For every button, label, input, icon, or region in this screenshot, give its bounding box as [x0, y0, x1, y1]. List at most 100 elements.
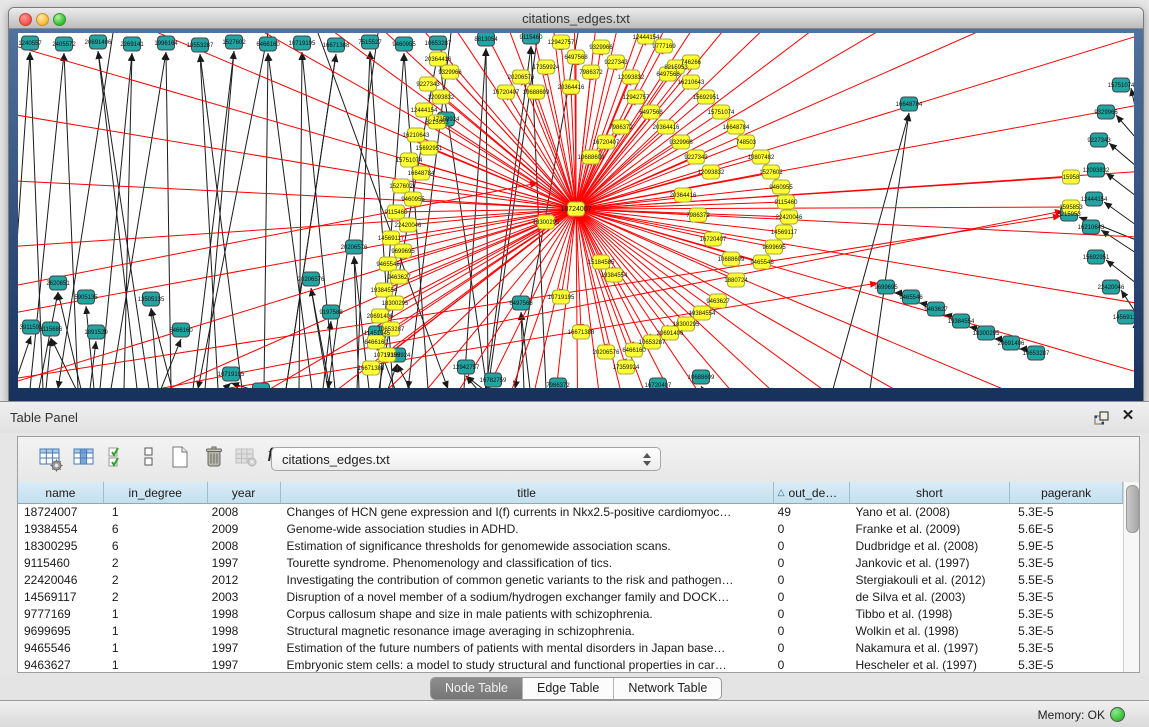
float-panel-icon[interactable] [1093, 409, 1111, 427]
graph-edge[interactable] [397, 364, 410, 388]
cell-pagerank[interactable]: 5.3E-5 [1010, 504, 1123, 521]
cell-out_de[interactable]: 0 [774, 538, 850, 555]
table-row[interactable]: 946554611997Estimation of the future num… [18, 640, 1123, 657]
graph-edge[interactable] [166, 52, 171, 388]
graph-edge[interactable] [98, 51, 149, 388]
table-row[interactable]: 946362711997Embryonic stem cells: a mode… [18, 657, 1123, 672]
cell-in_degree[interactable]: 6 [104, 521, 208, 538]
cell-short[interactable]: Hescheler et al. (1997) [849, 657, 1010, 672]
graph-edge[interactable] [224, 383, 231, 388]
cell-year[interactable]: 1997 [208, 640, 281, 657]
cell-year[interactable]: 2003 [208, 589, 281, 606]
cell-in_degree[interactable]: 1 [104, 657, 208, 672]
graph-edge[interactable] [1131, 88, 1134, 111]
cell-title[interactable]: Embryonic stem cells: a model to study s… [281, 657, 774, 672]
cell-title[interactable]: Structural magnetic resonance image aver… [281, 623, 774, 640]
cell-out_de[interactable]: 49 [774, 504, 850, 521]
cell-in_degree[interactable]: 2 [104, 572, 208, 589]
cell-title[interactable]: Investigating the contribution of common… [281, 572, 774, 589]
graph-edge[interactable] [18, 33, 576, 209]
delete-table-icon[interactable] [202, 445, 228, 473]
select-all-rows-icon[interactable] [106, 445, 132, 473]
graph-edge[interactable] [100, 53, 132, 388]
cell-name[interactable]: 9465546 [18, 640, 104, 657]
cell-name[interactable]: 9463627 [18, 657, 104, 672]
cell-title[interactable]: Tourette syndrome. Phenomenology and cla… [281, 555, 774, 572]
column-header-short[interactable]: short [850, 482, 1011, 503]
graph-edge[interactable] [58, 292, 81, 388]
cell-name[interactable]: 18300295 [18, 538, 104, 555]
table-row[interactable]: 1872400712008Changes of HCN gene express… [18, 504, 1123, 521]
cell-out_de[interactable]: 0 [774, 657, 850, 672]
cell-pagerank[interactable]: 5.3E-5 [1010, 606, 1123, 623]
create-table-icon[interactable] [168, 445, 194, 473]
cell-year[interactable]: 2009 [208, 521, 281, 538]
cell-pagerank[interactable]: 5.5E-5 [1010, 572, 1123, 589]
cell-name[interactable]: 9699695 [18, 623, 104, 640]
graph-edge[interactable] [193, 51, 234, 388]
graph-edge[interactable] [18, 209, 576, 302]
table-row[interactable]: 977716911998Corpus callosum shape and si… [18, 606, 1123, 623]
tab-network-table[interactable]: Network Table [614, 678, 721, 699]
graph-edge[interactable] [18, 33, 576, 209]
graph-edge[interactable] [1106, 173, 1134, 196]
table-row[interactable]: 1456911722003Disruption of a novel membe… [18, 589, 1123, 606]
graph-edge[interactable] [18, 33, 576, 209]
cell-name[interactable]: 19384554 [18, 521, 104, 538]
cell-name[interactable]: 9777169 [18, 606, 104, 623]
cell-title[interactable]: Changes of HCN gene expression and I(f) … [281, 504, 774, 521]
table-row[interactable]: 911546021997Tourette syndrome. Phenomeno… [18, 555, 1123, 572]
graph-edge[interactable] [1109, 143, 1134, 166]
graph-edge[interactable] [46, 338, 51, 388]
cell-out_de[interactable]: 0 [774, 589, 850, 606]
cell-out_de[interactable]: 0 [774, 555, 850, 572]
graph-edge[interactable] [200, 54, 242, 388]
cell-year[interactable]: 2008 [208, 538, 281, 555]
cell-year[interactable]: 1998 [208, 606, 281, 623]
graph-edge[interactable] [264, 53, 268, 388]
cell-name[interactable]: 22420046 [18, 572, 104, 589]
graph-edge[interactable] [536, 92, 576, 209]
table-scrollbar[interactable] [1123, 482, 1139, 672]
cell-short[interactable]: Yano et al. (2008) [849, 504, 1010, 521]
graph-edge[interactable] [18, 33, 576, 209]
cell-pagerank[interactable]: 5.3E-5 [1010, 640, 1123, 657]
cell-name[interactable]: 9115460 [18, 555, 104, 572]
cell-pagerank[interactable]: 5.9E-5 [1010, 538, 1123, 555]
cell-out_de[interactable]: 0 [774, 640, 850, 657]
graph-edge[interactable] [576, 209, 1066, 388]
graph-edge[interactable] [30, 53, 64, 388]
column-header-in_degree[interactable]: in_degree [104, 482, 208, 503]
cell-out_de[interactable]: 0 [774, 572, 850, 589]
cell-short[interactable]: de Silva et al. (2003) [849, 589, 1010, 606]
cell-short[interactable]: Nakamura et al. (1997) [849, 640, 1010, 657]
show-columns-icon[interactable] [72, 445, 98, 473]
cell-in_degree[interactable]: 1 [104, 606, 208, 623]
scrollbar-thumb[interactable] [1126, 485, 1139, 533]
cell-short[interactable]: Wolkin et al. (1998) [849, 623, 1010, 640]
column-header-out_de[interactable]: △out_de… [774, 482, 850, 503]
cell-pagerank[interactable]: 5.3E-5 [1010, 589, 1123, 606]
table-row[interactable]: 1830029562008Estimation of significance … [18, 538, 1123, 555]
graph-edge[interactable] [466, 376, 477, 388]
tab-edge-table[interactable]: Edge Table [523, 678, 614, 699]
cell-pagerank[interactable]: 5.3E-5 [1010, 657, 1123, 672]
graph-edge[interactable] [1104, 202, 1134, 225]
graph-edge[interactable] [437, 122, 576, 209]
close-panel-icon[interactable]: ✕ [1119, 407, 1137, 425]
graph-edge[interactable] [576, 209, 670, 333]
graph-edge[interactable] [86, 306, 94, 388]
cell-out_de[interactable]: 0 [774, 606, 850, 623]
cell-in_degree[interactable]: 6 [104, 538, 208, 555]
cell-short[interactable]: Franke et al. (2009) [849, 521, 1010, 538]
cell-title[interactable]: Genome-wide association studies in ADHD. [281, 521, 774, 538]
graph-edge[interactable] [18, 33, 576, 209]
graph-edge[interactable] [413, 199, 576, 209]
cell-pagerank[interactable]: 5.3E-5 [1010, 623, 1123, 640]
cell-in_degree[interactable]: 1 [104, 640, 208, 657]
cell-out_de[interactable]: 0 [774, 521, 850, 538]
cell-short[interactable]: Dudbridge et al. (2008) [849, 538, 1010, 555]
citation-network-graph[interactable]: 1872400712405572405572206914062269141199… [18, 33, 1134, 388]
cell-in_degree[interactable]: 1 [104, 623, 208, 640]
window-titlebar[interactable]: citations_edges.txt [9, 8, 1143, 29]
